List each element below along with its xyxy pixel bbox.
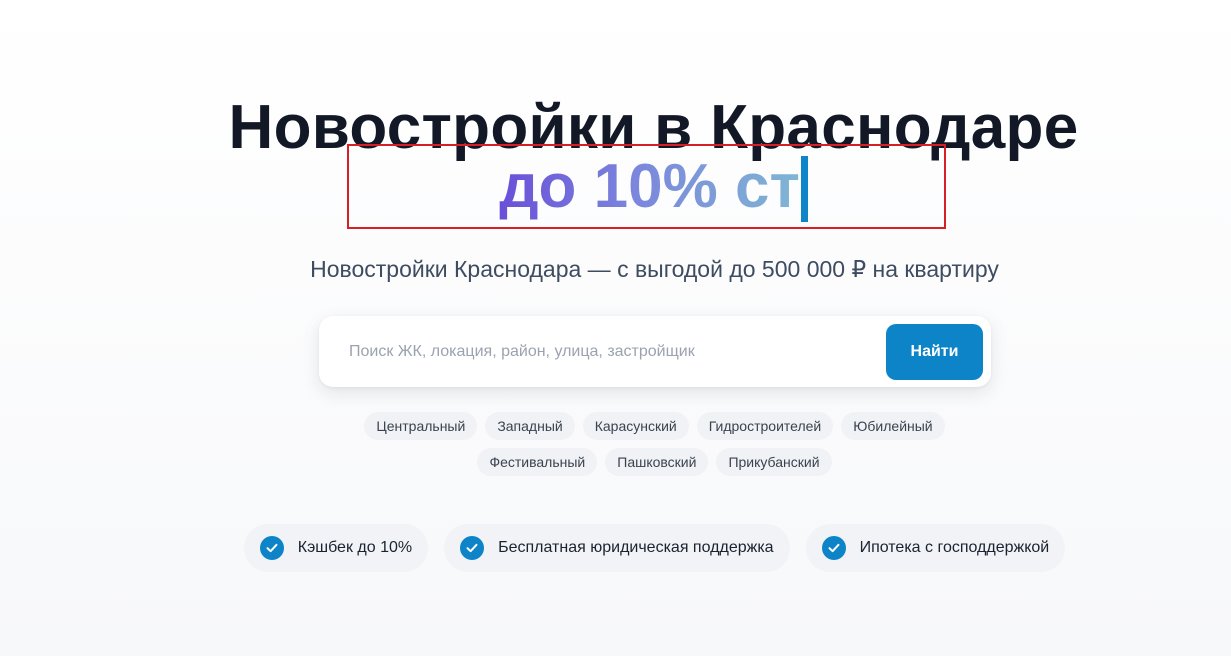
benefit-item: Ипотека с господдержкой bbox=[805, 524, 1066, 572]
benefit-label: Бесплатная юридическая поддержка bbox=[498, 539, 774, 556]
typed-headline-text: до 10% ст bbox=[499, 152, 800, 221]
search-button[interactable]: Найти bbox=[886, 324, 983, 380]
benefits-list: Кэшбек до 10% Бесплатная юридическая под… bbox=[0, 524, 1231, 572]
district-chip[interactable]: Фестивальный bbox=[477, 448, 598, 476]
district-chips-row: Центральный Западный Карасунский Гидрост… bbox=[364, 412, 945, 440]
benefit-label: Кэшбек до 10% bbox=[297, 539, 413, 556]
district-chip[interactable]: Карасунский bbox=[582, 412, 689, 440]
district-chip[interactable]: Юбилейный bbox=[841, 412, 945, 440]
check-circle-icon bbox=[259, 536, 284, 560]
district-chip[interactable]: Гидростроителей bbox=[696, 412, 834, 440]
benefit-item: Кэшбек до 10% bbox=[243, 524, 429, 572]
district-chip[interactable]: Пашковский bbox=[605, 448, 709, 476]
district-chips-row: Фестивальный Пашковский Прикубанский bbox=[477, 448, 832, 476]
district-chip[interactable]: Западный bbox=[485, 412, 575, 440]
page-subtitle: Новостройки Краснодара — с выгодой до 50… bbox=[310, 256, 999, 282]
benefit-item: Бесплатная юридическая поддержка bbox=[444, 524, 790, 572]
typing-caret bbox=[800, 156, 808, 222]
hero-section: Новостройки в Краснодаре до 10% ст Новос… bbox=[0, 0, 1231, 656]
check-circle-icon bbox=[460, 536, 485, 560]
search-bar: Найти bbox=[319, 316, 991, 387]
district-chip[interactable]: Центральный bbox=[364, 412, 478, 440]
search-input[interactable] bbox=[349, 338, 889, 366]
check-circle-icon bbox=[821, 536, 846, 560]
district-chips: Центральный Западный Карасунский Гидрост… bbox=[0, 412, 1231, 476]
typed-headline: до 10% ст bbox=[0, 154, 1231, 222]
district-chip[interactable]: Прикубанский bbox=[716, 448, 832, 476]
benefit-label: Ипотека с господдержкой bbox=[859, 539, 1050, 556]
